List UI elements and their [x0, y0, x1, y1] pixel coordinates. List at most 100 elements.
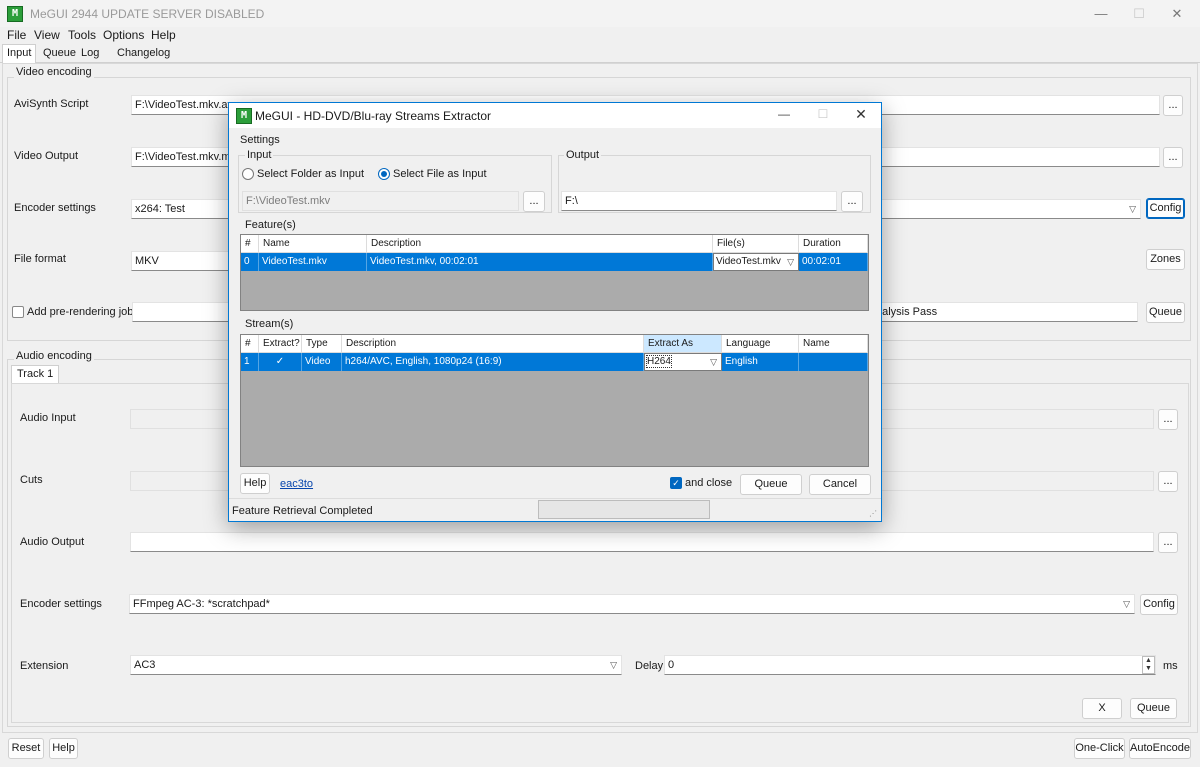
features-files-value: VideoTest.mkv: [716, 256, 781, 267]
streams-col-description[interactable]: Description: [342, 335, 644, 353]
video-queue-button[interactable]: Queue: [1146, 302, 1185, 323]
analysis-pass-field[interactable]: nalysis Pass: [872, 302, 1138, 322]
chevron-down-icon: ▽: [787, 257, 794, 267]
features-cell-duration[interactable]: 00:02:01: [799, 253, 868, 271]
streams-cell-type[interactable]: Video: [302, 353, 342, 371]
streams-cell-description[interactable]: h264/AVC, English, 1080p24 (16:9): [342, 353, 644, 371]
file-format-label: File format: [14, 253, 66, 265]
help-button[interactable]: Help: [49, 738, 78, 759]
status-text: Feature Retrieval Completed: [232, 505, 373, 517]
megui-app-icon: M: [7, 6, 23, 22]
features-files-select[interactable]: VideoTest.mkv ▽: [713, 253, 799, 271]
streams-col-language[interactable]: Language: [722, 335, 799, 353]
spin-down-icon[interactable]: ▼: [1143, 665, 1154, 673]
features-col-index[interactable]: #: [241, 235, 259, 253]
dialog-cancel-button[interactable]: Cancel: [809, 474, 871, 495]
spin-up-icon[interactable]: ▲: [1143, 657, 1154, 665]
dialog-queue-button[interactable]: Queue: [740, 474, 802, 495]
extension-select[interactable]: AC3 ▽: [130, 655, 622, 675]
features-col-name[interactable]: Name: [259, 235, 367, 253]
streams-cell-language[interactable]: English: [722, 353, 799, 371]
avisynth-script-label: AviSynth Script: [14, 98, 89, 110]
menu-tools[interactable]: Tools: [68, 27, 96, 43]
cuts-browse-button[interactable]: ...: [1158, 471, 1178, 492]
streams-col-extract[interactable]: Extract?: [259, 335, 302, 353]
features-col-duration[interactable]: Duration: [799, 235, 868, 253]
dialog-output-field[interactable]: F:\: [561, 191, 837, 211]
streams-col-type[interactable]: Type: [302, 335, 342, 353]
window-title: MeGUI 2944 UPDATE SERVER DISABLED: [30, 7, 265, 21]
dialog-titlebar: M MeGUI - HD-DVD/Blu-ray Streams Extract…: [229, 103, 881, 128]
video-encoder-settings-label: Encoder settings: [14, 202, 96, 214]
video-encoder-value: x264: Test: [135, 203, 185, 215]
resize-grip-icon[interactable]: ⋰: [869, 509, 877, 518]
streams-col-extract-as[interactable]: Extract As: [644, 335, 722, 353]
radio-file-input[interactable]: [378, 168, 390, 180]
dialog-minimize-button[interactable]: —: [769, 107, 799, 121]
chevron-down-icon: ▽: [1123, 599, 1130, 609]
audio-output-browse-button[interactable]: ...: [1158, 532, 1178, 553]
streams-grid[interactable]: # Extract? Type Description Extract As L…: [240, 334, 869, 467]
prerender-field[interactable]: [132, 302, 230, 322]
features-cell-name[interactable]: VideoTest.mkv: [259, 253, 367, 271]
remove-track-button[interactable]: X: [1082, 698, 1122, 719]
streams-cell-index[interactable]: 1: [241, 353, 259, 371]
menu-options[interactable]: Options: [103, 27, 144, 43]
avisynth-browse-button[interactable]: ...: [1163, 95, 1183, 116]
close-button[interactable]: ✕: [1154, 0, 1200, 27]
dialog-close-button[interactable]: ✕: [846, 106, 876, 123]
extension-value: AC3: [134, 659, 156, 671]
streams-extract-as-select[interactable]: H264 ▽: [644, 353, 722, 371]
features-cell-description[interactable]: VideoTest.mkv, 00:02:01: [367, 253, 713, 271]
tab-log[interactable]: Log: [77, 45, 103, 63]
autoencode-button[interactable]: AutoEncode: [1129, 738, 1191, 759]
streams-cell-name[interactable]: [799, 353, 868, 371]
audio-encoder-select[interactable]: FFmpeg AC-3: *scratchpad* ▽: [129, 594, 1135, 614]
delay-spinner[interactable]: ▲ ▼: [1142, 656, 1155, 674]
eac3to-link[interactable]: eac3to: [280, 478, 313, 490]
delay-field[interactable]: 0: [664, 655, 1156, 675]
streams-col-index[interactable]: #: [241, 335, 259, 353]
dialog-output-browse-button[interactable]: ...: [841, 191, 863, 212]
cuts-label: Cuts: [20, 474, 43, 486]
streams-extract-checkbox[interactable]: ✓: [259, 353, 302, 371]
audio-config-button[interactable]: Config: [1140, 594, 1178, 615]
and-close-checkbox[interactable]: ✓: [670, 477, 682, 489]
tab-track-1[interactable]: Track 1: [11, 365, 60, 384]
one-click-button[interactable]: One-Click: [1074, 738, 1125, 759]
video-output-browse-button[interactable]: ...: [1163, 147, 1183, 168]
audio-input-browse-button[interactable]: ...: [1158, 409, 1178, 430]
zones-button[interactable]: Zones: [1146, 249, 1185, 270]
dialog-help-button[interactable]: Help: [240, 473, 270, 494]
chevron-down-icon: ▽: [610, 660, 617, 670]
dialog-input-browse-button[interactable]: ...: [523, 191, 545, 212]
radio-file-label: Select File as Input: [393, 168, 487, 180]
audio-queue-button[interactable]: Queue: [1130, 698, 1177, 719]
radio-folder-input[interactable]: [242, 168, 254, 180]
delay-unit: ms: [1163, 660, 1178, 672]
menu-help[interactable]: Help: [151, 27, 176, 43]
tab-input[interactable]: Input: [2, 44, 37, 64]
menu-view[interactable]: View: [34, 27, 60, 43]
extension-label: Extension: [20, 660, 69, 672]
audio-encoding-label: Audio encoding: [14, 350, 94, 362]
streams-col-name[interactable]: Name: [799, 335, 868, 353]
features-col-description[interactable]: Description: [367, 235, 713, 253]
dialog-maximize-button[interactable]: ☐: [808, 107, 838, 121]
features-grid[interactable]: # Name Description File(s) Duration 0 Vi…: [240, 234, 869, 311]
audio-output-field[interactable]: [130, 532, 1154, 552]
features-label: Feature(s): [245, 219, 296, 231]
tab-queue[interactable]: Queue: [39, 45, 80, 63]
status-progress-bar: [538, 500, 710, 519]
tab-changelog[interactable]: Changelog: [113, 45, 174, 63]
features-cell-index[interactable]: 0: [241, 253, 259, 271]
file-format-select[interactable]: MKV: [131, 251, 231, 271]
dialog-input-field[interactable]: F:\VideoTest.mkv: [242, 191, 519, 211]
reset-button[interactable]: Reset: [8, 738, 44, 759]
video-config-button[interactable]: Config: [1146, 198, 1185, 219]
prerender-checkbox[interactable]: [12, 306, 24, 318]
output-group-label: Output: [564, 149, 602, 161]
features-col-files[interactable]: File(s): [713, 235, 799, 253]
streams-label: Stream(s): [245, 318, 294, 330]
menu-file[interactable]: File: [7, 27, 26, 43]
